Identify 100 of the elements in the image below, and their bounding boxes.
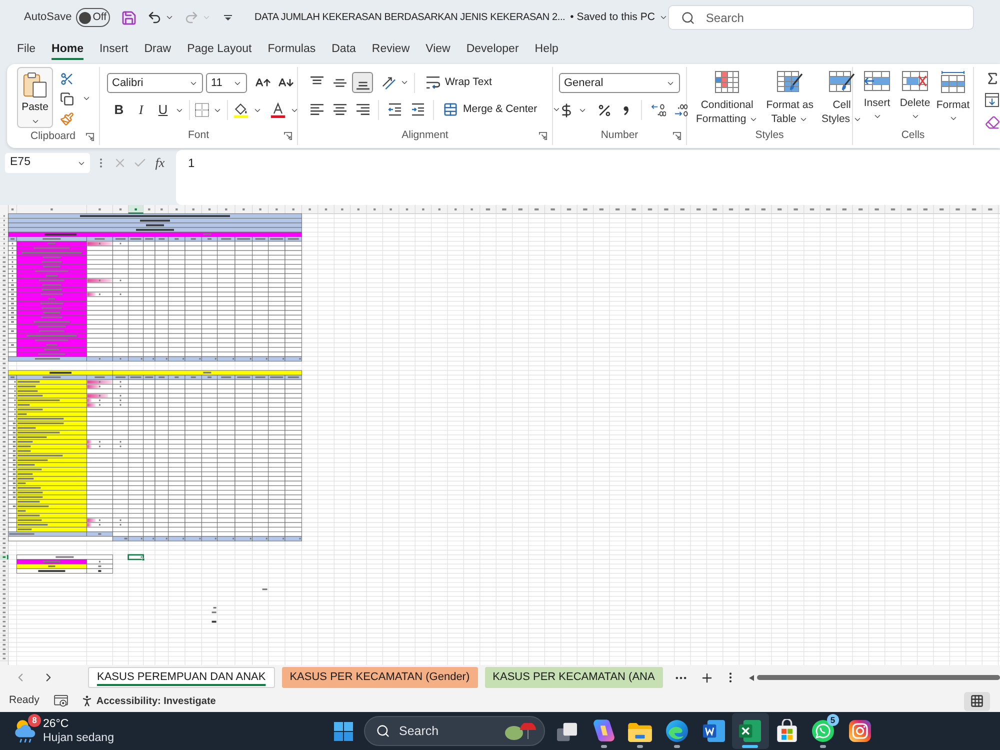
sheet-tab[interactable]: KASUS PER KECAMATAN (Gender) [282, 667, 478, 688]
caret-icon [948, 114, 958, 123]
paint-bucket-icon [233, 102, 249, 118]
borders-button[interactable] [195, 100, 222, 120]
font-color-icon [270, 102, 286, 118]
caret-icon [872, 112, 882, 121]
ribbon-tab[interactable]: Formulas [260, 38, 324, 62]
dialog-launcher-icon[interactable] [673, 132, 681, 140]
running-indicator-icon [742, 745, 758, 748]
search-icon [376, 724, 390, 738]
formula-field[interactable]: 1 [176, 150, 1000, 205]
running-indicator-icon [637, 745, 644, 748]
format-cells-button[interactable]: Format [937, 71, 969, 123]
ribbon-tab[interactable]: Home [44, 38, 92, 62]
scroll-left-icon[interactable] [748, 674, 754, 680]
format-as-table-button[interactable]: Format as Table [765, 71, 814, 126]
merge-center-button[interactable]: Merge & Center [443, 100, 562, 120]
group-label: Number [600, 128, 638, 144]
ribbon-tab[interactable]: View [418, 38, 458, 62]
overlapping-windows-icon [556, 722, 578, 742]
underline-button[interactable]: U [153, 100, 173, 120]
diagonal-arrow-icon [381, 75, 396, 90]
camera-icon [849, 720, 872, 742]
clear-button[interactable] [984, 114, 1000, 130]
ribbon-tab[interactable]: Data [324, 38, 364, 62]
percent-icon [596, 102, 612, 118]
caret-icon [400, 78, 409, 87]
insert-cells-button[interactable]: Insert [861, 71, 893, 121]
bold-button[interactable]: B [109, 100, 129, 120]
scissors-icon [60, 72, 74, 86]
ribbon-tab[interactable]: Developer [458, 38, 527, 62]
comma-icon [623, 104, 629, 116]
dialog-launcher-icon[interactable] [86, 132, 94, 140]
paste-button[interactable]: Paste [17, 67, 53, 128]
running-indicator-icon [820, 745, 826, 748]
align-center-icon [332, 102, 346, 116]
paintbrush-icon [60, 112, 74, 126]
normal-view-button[interactable] [964, 692, 990, 710]
weather-icon[interactable] [14, 719, 38, 743]
borders-icon [195, 103, 209, 117]
insert-function-button[interactable]: fx [151, 153, 169, 173]
group-label: Clipboard [30, 128, 76, 144]
clipboard-icon [23, 72, 47, 98]
copy-button[interactable] [58, 90, 91, 107]
font-name-field[interactable]: Calibri [107, 73, 203, 93]
umbrella-icon [505, 722, 537, 740]
sheet-tab[interactable]: KASUS PER KECAMATAN (ANA [484, 667, 663, 688]
caret-icon [202, 13, 211, 22]
font-size-field[interactable]: 11 [206, 73, 247, 93]
wave-logo-icon [666, 720, 688, 742]
gradient-logo-icon [592, 719, 615, 742]
cell-styles-button[interactable]: Cell Styles [820, 71, 864, 126]
fill-down-icon [985, 93, 999, 107]
caret-icon [552, 105, 562, 114]
cell-brush-icon [828, 71, 855, 93]
shopping-bag-icon [776, 719, 797, 742]
ribbon-tab[interactable]: Draw [136, 38, 180, 62]
italic-button[interactable]: I [131, 100, 151, 120]
accessibility-status[interactable]: Accessibility: Investigate [96, 694, 216, 708]
taskbar-search-field[interactable]: Search [364, 716, 545, 746]
decrease-decimal-icon [674, 104, 688, 116]
notification-badge: 5 [826, 714, 839, 726]
ribbon-tab[interactable]: Insert [91, 38, 136, 62]
taskbar-app-button[interactable] [732, 713, 769, 749]
search-field[interactable]: Search [668, 5, 974, 30]
group-label: Styles [755, 128, 784, 144]
table-brush-icon [776, 71, 803, 93]
notification-badge: 8 [28, 714, 41, 727]
grid-arrow-icon [864, 71, 890, 91]
name-box[interactable]: E75 [5, 153, 90, 173]
wrap-text-button[interactable]: Wrap Text [426, 72, 492, 92]
toggle-knob-icon [78, 12, 91, 24]
ribbon-tab[interactable]: File [9, 38, 44, 62]
taskbar-app-button[interactable]: 5 [805, 713, 842, 749]
folder-icon [628, 723, 652, 742]
weather-temperature: 26°C [43, 717, 70, 731]
conditional-formatting-button[interactable]: Conditional Formatting [695, 71, 760, 126]
ribbon-tab[interactable]: Page Layout [179, 38, 260, 62]
font-color-button[interactable] [270, 100, 299, 120]
number-format-field[interactable]: General [559, 73, 680, 93]
macro-recording-icon[interactable] [54, 695, 68, 707]
spreadsheet-app-icon [739, 720, 762, 742]
ribbon-tab[interactable]: Help [526, 38, 566, 62]
running-indicator-icon [600, 745, 607, 748]
delete-cells-button[interactable]: Delete [899, 71, 931, 121]
search-icon [680, 10, 695, 24]
copy-icon [60, 92, 74, 106]
ribbon-tab[interactable]: Review [364, 38, 418, 62]
autosave-toggle[interactable]: Off [76, 8, 110, 27]
save-status-menu[interactable]: • Saved to this PC [570, 10, 668, 26]
group-label: Font [188, 128, 209, 144]
weather-condition: Hujan sedang [43, 731, 114, 745]
fill-button[interactable] [984, 92, 1000, 108]
scrollbar-thumb[interactable] [756, 675, 1000, 680]
group-label: Cells [901, 128, 925, 144]
dialog-launcher-icon[interactable] [284, 132, 292, 140]
dialog-launcher-icon[interactable] [539, 132, 547, 140]
group-label: Alignment [402, 128, 448, 144]
vertical-align-button[interactable] [352, 72, 373, 93]
sheet-tab[interactable]: KASUS PEREMPUAN DAN ANAK [88, 667, 275, 688]
